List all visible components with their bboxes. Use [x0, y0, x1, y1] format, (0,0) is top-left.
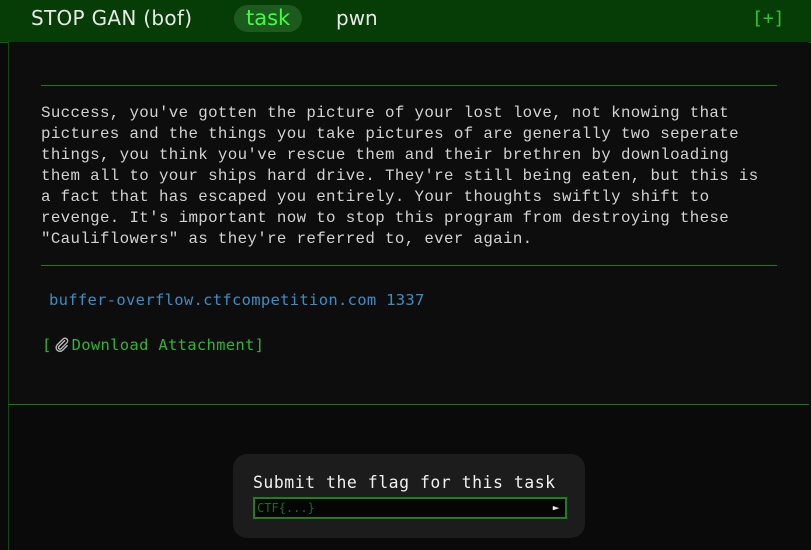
task-type-badge: task — [234, 5, 303, 32]
task-header: STOP GAN (bof) task pwn [+] — [0, 0, 811, 43]
flag-input[interactable] — [253, 497, 567, 519]
expand-toggle-button[interactable]: [+] — [752, 8, 785, 29]
server-address-link[interactable]: buffer-overflow.ctfcompetition.com 1337 — [49, 291, 425, 309]
paperclip-icon — [53, 336, 70, 357]
task-category: pwn — [336, 6, 378, 30]
bottom-divider — [41, 265, 777, 266]
download-attachment-link[interactable]: [ Download Attachment] — [42, 336, 264, 357]
submit-flag-button[interactable]: ► — [548, 501, 564, 515]
flag-submit-card: Submit the flag for this task ► — [233, 454, 585, 538]
download-attachment-label: Download Attachment] — [71, 336, 265, 354]
task-title: STOP GAN (bof) — [31, 6, 193, 30]
top-divider — [41, 85, 777, 86]
submit-flag-label: Submit the flag for this task — [253, 473, 556, 492]
download-open-bracket: [ — [42, 336, 52, 354]
task-description: Success, you've gotten the picture of yo… — [41, 104, 759, 248]
